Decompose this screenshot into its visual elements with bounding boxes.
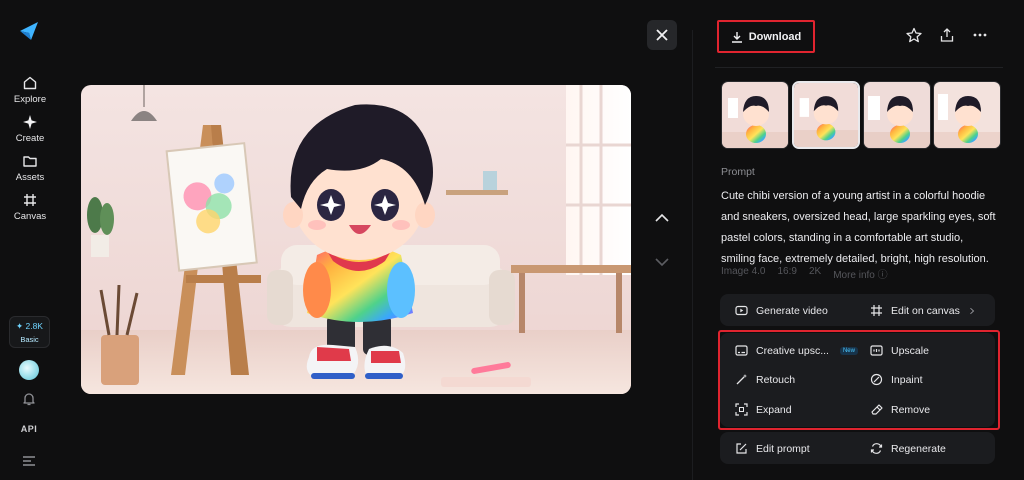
sidebar-item-explore[interactable]: Explore: [0, 75, 60, 105]
eraser-icon: [871, 404, 883, 415]
prompt-text: Cute chibi version of a young artist in …: [721, 190, 996, 265]
aspect-ratio: 16:9: [777, 266, 797, 277]
thumbnail-image: [722, 82, 788, 148]
menu-icon[interactable]: [22, 455, 36, 467]
upscale-button[interactable]: Upscale: [870, 344, 929, 357]
plan-label: Basic: [20, 335, 39, 344]
credits-badge[interactable]: ✦ 2.8K Basic: [9, 316, 50, 348]
refresh-icon: [870, 443, 883, 454]
edit-on-canvas-button[interactable]: Edit on canvas: [870, 304, 976, 317]
expand-icon: [735, 403, 748, 416]
retouch-button[interactable]: Retouch: [735, 373, 795, 386]
edit-prompt-button[interactable]: Edit prompt: [735, 442, 810, 455]
star-icon[interactable]: [906, 27, 922, 43]
download-label: Download: [748, 30, 802, 43]
generated-image[interactable]: [81, 85, 631, 394]
app-logo-icon[interactable]: [18, 20, 40, 42]
chevron-right-icon: [970, 307, 975, 314]
secondary-actions-card: Edit prompt Regenerate: [720, 432, 995, 464]
thumbnail-3[interactable]: [863, 81, 931, 149]
chevron-up-icon[interactable]: [652, 210, 672, 226]
canvas-icon: [871, 305, 882, 316]
sidebar-item-label: Explore: [13, 94, 47, 105]
image-meta-row: Image 4.0 16:9 2K More info ⓘ: [721, 266, 888, 281]
thumbnail-image: [864, 82, 930, 148]
regenerate-button[interactable]: Regenerate: [870, 442, 946, 455]
sidebar-item-assets[interactable]: Assets: [0, 153, 60, 183]
inpaint-button[interactable]: Inpaint: [870, 373, 923, 386]
sidebar-item-create[interactable]: Create: [0, 114, 60, 144]
generate-video-button[interactable]: Generate video: [735, 304, 828, 317]
sidebar-item-label: Create: [15, 133, 45, 144]
avatar[interactable]: [19, 360, 39, 380]
download-button[interactable]: Download: [717, 20, 815, 53]
left-sidebar: Explore Create Assets Canvas ✦ 2.8K Basi…: [0, 0, 60, 480]
retouch-label: Retouch: [756, 373, 796, 386]
thumbnail-2-selected[interactable]: [792, 81, 860, 149]
folder-icon: [23, 156, 37, 167]
more-info-link[interactable]: More info ⓘ: [833, 266, 887, 281]
regenerate-label: Regenerate: [891, 442, 946, 455]
upscale-icon: [870, 345, 883, 356]
new-badge: New: [839, 346, 858, 355]
model-version: Image 4.0: [721, 266, 766, 277]
canvas-icon: [24, 194, 36, 206]
share-icon[interactable]: [939, 27, 955, 43]
panel-divider: [692, 30, 693, 480]
creative-upscale-icon: [735, 345, 748, 356]
sidebar-item-label: Canvas: [13, 211, 47, 222]
home-icon: [23, 76, 37, 90]
image-tools-card: Creative upsc... New Upscale Retouch Inp…: [720, 333, 995, 427]
more-icon[interactable]: [972, 27, 988, 43]
sidebar-item-label: Assets: [15, 172, 45, 183]
video-icon: [735, 305, 748, 316]
thumbnail-1[interactable]: [721, 81, 789, 149]
generate-video-label: Generate video: [756, 304, 828, 317]
bell-icon[interactable]: [21, 391, 37, 407]
download-icon: [731, 31, 742, 43]
thumbnail-image: [934, 82, 1000, 148]
upscale-label: Upscale: [891, 344, 929, 357]
inpaint-icon: [870, 373, 883, 386]
expand-label: Expand: [756, 403, 792, 416]
primary-actions-card: Generate video Edit on canvas: [720, 294, 995, 326]
generated-image-illustration: [81, 85, 631, 394]
edit-prompt-label: Edit prompt: [756, 442, 810, 455]
sparkle-icon: [23, 115, 37, 129]
creative-upscale-button[interactable]: Creative upsc... New: [735, 344, 858, 357]
thumbnail-4[interactable]: [933, 81, 1001, 149]
close-icon: [656, 29, 668, 41]
magic-wand-icon: [736, 374, 747, 385]
sidebar-item-canvas[interactable]: Canvas: [0, 192, 60, 222]
remove-button[interactable]: Remove: [870, 403, 930, 416]
header-divider: [715, 67, 1003, 68]
chevron-down-icon[interactable]: [652, 254, 672, 270]
close-button[interactable]: [647, 20, 677, 50]
api-link[interactable]: API: [0, 424, 58, 434]
prompt-label: Prompt: [721, 166, 755, 178]
edit-icon: [736, 443, 747, 454]
creative-upscale-label: Creative upsc...: [756, 344, 829, 357]
remove-label: Remove: [891, 403, 931, 416]
edit-on-canvas-label: Edit on canvas: [891, 304, 960, 317]
inpaint-label: Inpaint: [891, 373, 923, 386]
credits-amount: ✦ 2.8K: [16, 321, 43, 331]
thumbnail-image: [794, 83, 858, 147]
resolution: 2K: [808, 266, 822, 277]
expand-button[interactable]: Expand: [735, 403, 792, 416]
